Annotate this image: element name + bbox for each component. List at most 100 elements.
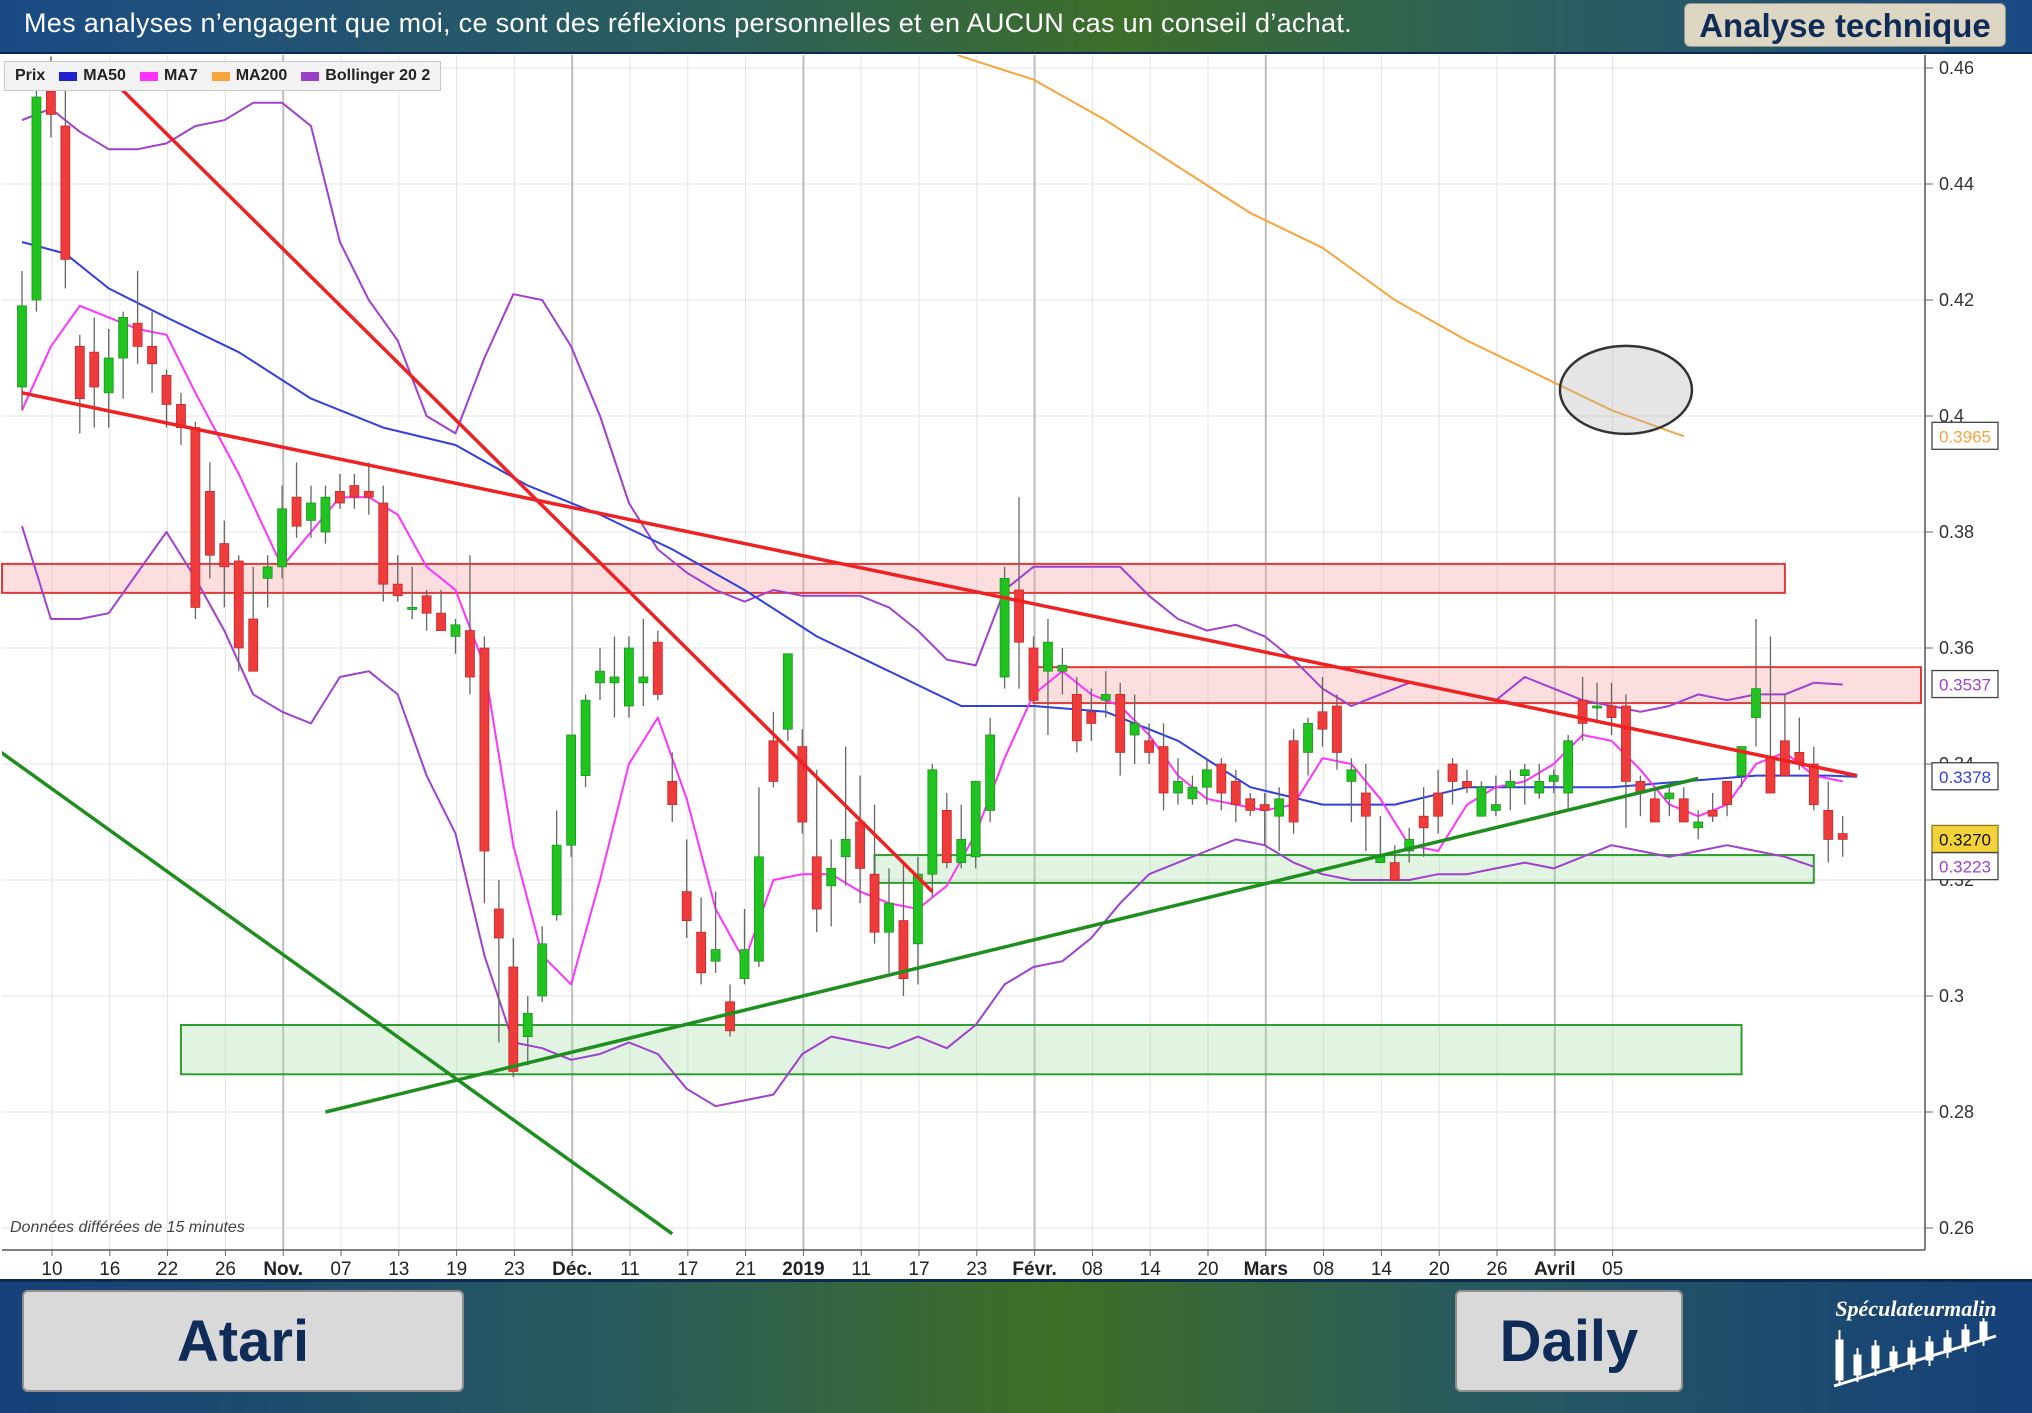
legend-ma50: MA50 [59, 67, 126, 85]
candle-down [1086, 711, 1097, 724]
highlight-circle [1558, 344, 1694, 436]
legend-swatch-ma200 [211, 71, 230, 81]
candle-up [450, 624, 461, 637]
candle-down [421, 595, 432, 614]
y-tick-label: 0.38 [1939, 522, 1974, 542]
candle-up [1100, 694, 1111, 701]
candle-down [1418, 815, 1429, 829]
candle-down [1606, 705, 1617, 718]
candle-up [999, 578, 1010, 678]
candle-down [190, 427, 201, 608]
candle-up [840, 839, 851, 858]
x-tick-label: 20 [1197, 1259, 1218, 1279]
candle-up [956, 839, 967, 864]
price-badge-label: 0.3965 [1939, 427, 1991, 446]
candle-down [1722, 781, 1732, 806]
candle-up [1202, 769, 1212, 788]
candle-down [161, 374, 172, 405]
candle-down [811, 856, 822, 910]
candle-up [262, 566, 273, 579]
candle-down [60, 125, 71, 260]
x-tick-label: 11 [620, 1259, 640, 1279]
candle-up [1664, 792, 1675, 800]
candle-down [1230, 781, 1241, 806]
candle-down [479, 647, 490, 852]
x-tick-label: Févr. [1012, 1259, 1056, 1279]
candle-down [1707, 810, 1718, 817]
y-tick-label: 0.28 [1939, 1102, 1974, 1122]
candle-up [1187, 786, 1198, 800]
candle-down [147, 345, 157, 365]
candle-down [1649, 798, 1660, 823]
candle-down [1837, 833, 1848, 840]
candle-up [826, 868, 837, 887]
chart-canvas: 0.460.440.420.40.380.360.340.320.30.280.… [0, 55, 2032, 1279]
candle-up [1505, 781, 1516, 788]
candle-down [334, 490, 345, 504]
y-tick-label: 0.42 [1939, 290, 1974, 310]
candle-up [1519, 769, 1530, 776]
candle-up [1346, 769, 1357, 782]
candle-down [89, 351, 100, 388]
price-badge-label: 0.3537 [1939, 676, 1991, 695]
candle-down [46, 90, 56, 115]
candle-down [291, 496, 302, 527]
candle-down [1245, 798, 1256, 811]
candle-down [248, 618, 259, 672]
candle-down [132, 322, 143, 347]
candle-down [1216, 763, 1227, 794]
candle-up [118, 316, 129, 359]
x-tick-label: 22 [157, 1259, 178, 1279]
candle-up [884, 902, 894, 933]
candle-down [941, 810, 952, 864]
candle-down [1621, 705, 1631, 782]
candle-up [970, 781, 981, 858]
candle-up [31, 96, 42, 301]
price-chart: 0.460.440.420.40.380.360.340.320.30.280.… [0, 55, 2032, 1279]
candle-up [551, 844, 562, 916]
x-tick-label: 08 [1082, 1259, 1103, 1279]
x-tick-label: 23 [504, 1259, 525, 1279]
candle-down [1332, 705, 1342, 753]
candle-down [681, 891, 692, 921]
x-tick-label: 14 [1371, 1259, 1393, 1279]
candle-down [1014, 589, 1024, 643]
candle-up [17, 305, 27, 388]
x-tick-label: 10 [41, 1259, 62, 1279]
candle-up [754, 856, 764, 962]
analysis-type-badge: Analyse technique [1684, 3, 2006, 47]
candle-up [1491, 804, 1501, 811]
candle-up [710, 949, 721, 962]
candle-up [1057, 665, 1068, 672]
legend-ma7: MA7 [139, 67, 198, 85]
candle-down [855, 821, 865, 869]
candle-up [580, 699, 591, 777]
x-tick-label: 26 [1486, 1259, 1507, 1279]
x-tick-label: Déc. [552, 1259, 592, 1279]
candle-down [378, 502, 389, 585]
x-tick-label: 14 [1140, 1259, 1162, 1279]
candle-up [277, 508, 288, 568]
candle-up [913, 873, 923, 945]
x-tick-label: 23 [966, 1259, 987, 1279]
x-tick-label: 26 [215, 1259, 236, 1279]
candle-down [1158, 746, 1169, 794]
candle-up [1592, 705, 1602, 709]
ticker-label: Atari [22, 1290, 464, 1392]
candle-down [1071, 694, 1082, 742]
candle-down [1462, 781, 1472, 788]
legend-ma200: MA200 [211, 67, 287, 85]
candle-down [363, 490, 374, 498]
candle-up [1274, 798, 1285, 817]
x-tick-label: 05 [1602, 1259, 1623, 1279]
x-tick-label: 07 [330, 1259, 351, 1279]
x-tick-label: 11 [851, 1259, 871, 1279]
candle-up [1693, 821, 1704, 829]
candle-up [638, 676, 649, 684]
y-tick-label: 0.44 [1939, 174, 1974, 194]
candle-up [1043, 641, 1053, 672]
candle-down [436, 612, 446, 632]
candle-down [74, 345, 85, 399]
candle-down [508, 966, 519, 1072]
candle-down [1433, 792, 1443, 817]
